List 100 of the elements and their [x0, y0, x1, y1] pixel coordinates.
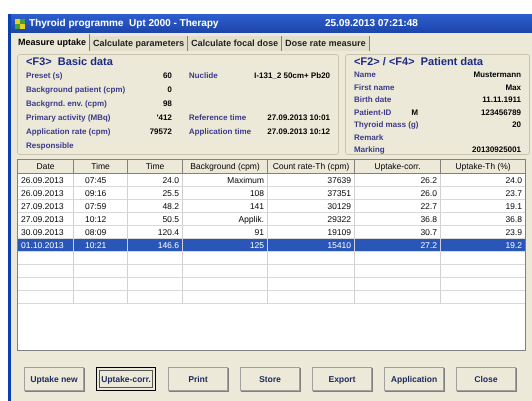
tab[interactable]: Calculate parameters — [90, 36, 188, 51]
table-cell-text: 91 — [254, 226, 264, 238]
table-cell-text: 26.0 — [419, 187, 437, 199]
field-value: Mustermann — [473, 69, 521, 82]
action-button[interactable]: Export — [312, 367, 372, 391]
table-cell-text: 23.9 — [504, 226, 522, 238]
field-label: First name — [354, 82, 394, 94]
table-cell-text: 30129 — [326, 200, 351, 212]
table-row[interactable]: 27.09.2013 10:12 50.5 Applik. 29322 36.8 36.8 — [18, 213, 525, 226]
field-label: Reference time — [188, 112, 246, 124]
column-header[interactable]: Background (cpm) — [183, 160, 268, 173]
table-cell-text: 27.2 — [419, 239, 437, 251]
field-label: Birth date — [354, 94, 392, 106]
field-label: Application time — [188, 126, 252, 138]
panel-title: <F2> / <F4> Patient data — [354, 56, 484, 69]
field-value: I-131_2 50cm+ Pb20 — [254, 70, 330, 82]
action-button[interactable]: Print — [168, 367, 228, 391]
field-label: Remark — [354, 132, 384, 144]
table-cell-text: 08:09 — [84, 226, 108, 238]
field-value: 60 — [162, 70, 172, 82]
column-header[interactable]: Date — [18, 160, 74, 173]
table-cell-text: Maximum — [226, 174, 264, 186]
table-row[interactable]: 27.09.2013 07:59 48.2 141 30129 22.7 19.1 — [18, 200, 525, 213]
field-label: Patient-ID — [354, 106, 392, 119]
field-label: Nuclide — [188, 70, 218, 82]
field-value: 79572 — [150, 126, 172, 138]
table-cell-text: Applik. — [237, 213, 264, 225]
field-value: 27.09.2013 10:01 — [267, 112, 330, 124]
action-button[interactable]: Uptake-corr. — [96, 367, 156, 391]
column-header[interactable]: Time — [74, 160, 128, 173]
table-cell-text: 30.7 — [419, 226, 437, 238]
table-cell-text: 07:59 — [84, 200, 108, 212]
panel-title: <F3> Basic data — [26, 56, 114, 69]
table-cell-text: 22.7 — [419, 200, 437, 212]
table-cell-text: 37639 — [326, 174, 351, 186]
table-cell-text: 141 — [248, 200, 264, 212]
table-cell-text: 50.5 — [161, 213, 179, 225]
field-label: Backgrnd. env. (cpm) — [26, 98, 107, 110]
table-cell-text: 24.0 — [504, 174, 522, 186]
field-value: 27.09.2013 10:12 — [267, 126, 330, 138]
action-button[interactable]: Close — [456, 367, 516, 391]
table-cell-text: 25.5 — [161, 187, 179, 199]
window-title: Thyroid programme Upt 2000 - Therapy — [29, 17, 220, 31]
table-cell-text: 108 — [248, 187, 264, 199]
field-label: Application rate (cpm) — [26, 126, 110, 138]
table-cell-text: 120.4 — [156, 226, 179, 238]
table-cell-text: 146.6 — [156, 239, 179, 251]
window-datetime: 25.09.2013 07:21:48 — [325, 17, 418, 31]
table-row[interactable]: 26.09.2013 07:45 24.0 Maximum 37639 26.2 24.0 — [18, 174, 525, 187]
action-button[interactable]: Application — [384, 367, 444, 391]
table-cell-text: 24.0 — [161, 174, 179, 186]
table-cell-text: 29322 — [326, 213, 351, 225]
table-cell-text: 19109 — [326, 226, 351, 238]
field-label: Background patient (cpm) — [26, 84, 126, 96]
field-value: '412 — [156, 112, 172, 124]
column-header[interactable]: Count rate-Th (cpm) — [268, 160, 355, 173]
app-icon — [15, 18, 25, 28]
table-cell-text: 26.09.2013 — [21, 174, 65, 186]
table-cell-text: 26.09.2013 — [21, 187, 65, 199]
table-row[interactable]: 01.10.2013 10:21 146.6 125 15410 27.2 19.2 — [18, 239, 525, 252]
tab[interactable]: Calculate focal dose — [188, 36, 282, 51]
table-cell-text: 19.1 — [504, 200, 522, 212]
field-value: 123456789 — [480, 106, 521, 119]
column-header[interactable]: Time — [128, 160, 183, 173]
table-cell-text: 01.10.2013 — [21, 239, 65, 251]
field-label: Preset (s) — [26, 70, 62, 82]
table-cell-text: 37351 — [326, 187, 351, 199]
field-label: Marking — [354, 144, 385, 156]
tab[interactable]: Dose rate measure — [282, 36, 370, 51]
field-value: 20130925001 — [472, 144, 521, 156]
field-value: 11.11.1911 — [482, 94, 521, 106]
table-cell-text: 30.09.2013 — [21, 226, 65, 238]
table-cell-text: 09:16 — [84, 187, 108, 199]
table-row[interactable]: 26.09.2013 09:16 25.5 108 37351 26.0 23.7 — [18, 187, 525, 200]
table-cell-text: 125 — [248, 239, 264, 251]
field-value: 98 — [162, 98, 172, 110]
table-cell-text: 48.2 — [161, 200, 179, 212]
field-label: Thyroid mass (g) — [354, 119, 418, 132]
table-cell-text: 27.09.2013 — [21, 213, 65, 225]
field-label: Responsible — [26, 140, 74, 152]
table-cell-text: 36.8 — [504, 213, 522, 225]
table-cell-text: 15410 — [326, 239, 351, 251]
action-button[interactable]: Store — [240, 367, 300, 391]
field-value: 0 — [167, 84, 172, 96]
action-button[interactable]: Uptake new — [24, 367, 84, 391]
column-header[interactable]: Uptake-corr. — [355, 160, 441, 173]
table-cell-text: 27.09.2013 — [21, 200, 65, 212]
field-value: 20 — [512, 119, 521, 132]
table-cell-text: 10:21 — [84, 239, 108, 251]
table-cell-text: 10:12 — [84, 213, 108, 225]
field-label: Name — [354, 69, 376, 82]
field-value: Max — [505, 82, 521, 94]
table-cell-text: 23.7 — [504, 187, 522, 199]
field-label: Primary activity (MBq) — [26, 112, 110, 124]
column-header[interactable]: Uptake-Th (%) — [441, 160, 525, 173]
field-value: M — [411, 106, 418, 119]
table-cell-text: 26.2 — [419, 174, 437, 186]
table-cell-text: 07:45 — [84, 174, 108, 186]
table-cell-text: 19.2 — [504, 239, 522, 251]
table-cell-text: 36.8 — [419, 213, 437, 225]
